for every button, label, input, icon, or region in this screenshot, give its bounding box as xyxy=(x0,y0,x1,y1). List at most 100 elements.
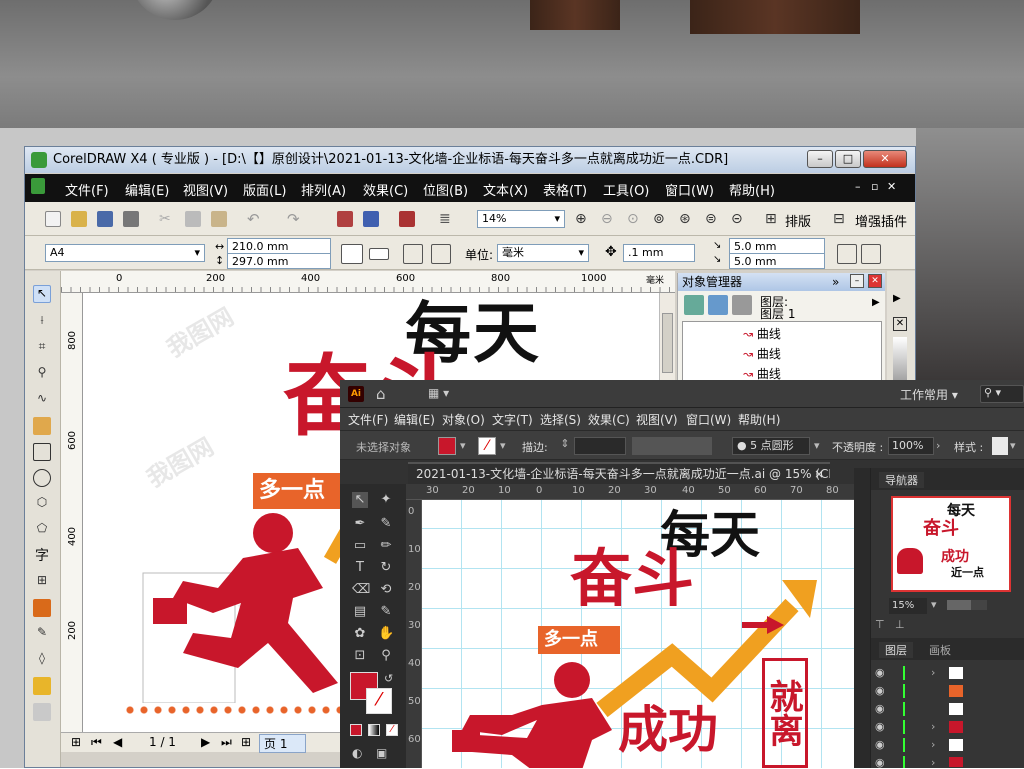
layer-manager-icon[interactable] xyxy=(732,295,752,315)
duplicate-distance-x[interactable]: 5.0 mm xyxy=(729,238,825,254)
page-tab[interactable]: 页 1 xyxy=(259,734,307,753)
document-tab[interactable]: 2021-01-13-文化墙-企业标语-每天奋斗多一点就离成功近一点.ai @ … xyxy=(408,462,830,484)
transform-icon[interactable]: ⊥ xyxy=(895,618,905,631)
no-fill-icon[interactable]: ✕ xyxy=(893,317,907,331)
page-width-field[interactable]: 210.0 mm xyxy=(227,238,331,254)
screen-mode-icon[interactable]: ▣ xyxy=(376,746,387,760)
eye-icon[interactable]: ◉ xyxy=(875,702,885,715)
type-tool[interactable]: T xyxy=(352,560,368,576)
ai-menu-select[interactable]: 选择(S) xyxy=(540,411,581,428)
landscape-button[interactable] xyxy=(369,248,389,260)
graphic-style-swatch[interactable] xyxy=(992,437,1008,455)
curvature-tool[interactable]: ✎ xyxy=(378,516,394,532)
close-tab-icon[interactable]: × xyxy=(814,464,824,484)
layer-row[interactable]: ◉ › xyxy=(875,666,1021,680)
maximize-button[interactable]: □ xyxy=(835,150,861,168)
application-launcher-icon[interactable] xyxy=(399,211,415,227)
illustrator-artboard[interactable]: 每天 奋斗 多一点 成功 就离 xyxy=(422,500,854,768)
rotate-tool[interactable]: ↻ xyxy=(378,560,394,576)
chevron-down-icon[interactable]: ▾ xyxy=(460,439,466,452)
chevron-right-icon[interactable]: › xyxy=(931,756,935,769)
artboards-tab[interactable]: 画板 xyxy=(929,642,951,658)
search-icon[interactable]: ⚲ ▾ xyxy=(980,385,1024,403)
plugin-icon[interactable]: ⊟ xyxy=(833,211,849,227)
ai-menu-effect[interactable]: 效果(C) xyxy=(588,411,630,428)
layer-row[interactable]: ◉ xyxy=(875,702,1021,716)
pick-tool[interactable]: ↖ xyxy=(33,285,51,303)
chevron-down-icon[interactable]: ▾ xyxy=(500,439,506,452)
rectangle-tool-ai[interactable]: ▭ xyxy=(352,538,368,554)
menu-text[interactable]: 文本(X) xyxy=(483,180,528,199)
menu-effects[interactable]: 效果(C) xyxy=(363,180,408,199)
eraser-tool[interactable]: ⌫ xyxy=(352,582,370,598)
ai-menu-window[interactable]: 窗口(W) xyxy=(686,411,731,428)
zoom-tool[interactable]: ⚲ xyxy=(33,365,51,383)
close-button[interactable]: ✕ xyxy=(863,150,907,168)
menu-layout[interactable]: 版面(L) xyxy=(243,180,286,199)
eye-icon[interactable]: ◉ xyxy=(875,666,885,679)
save-icon[interactable] xyxy=(97,211,113,227)
unit-select[interactable]: 毫米 ▾ xyxy=(497,244,589,262)
export-icon[interactable] xyxy=(363,211,379,227)
navigator-zoom-slider[interactable] xyxy=(947,600,987,610)
crop-tool[interactable]: ⌗ xyxy=(33,339,51,357)
polygon-tool[interactable]: ⬡ xyxy=(33,495,51,513)
minimize-button[interactable]: – xyxy=(807,150,833,168)
eye-icon[interactable]: ◉ xyxy=(875,684,885,697)
stroke-swatch[interactable]: ⁄ xyxy=(478,437,496,455)
last-page-icon[interactable]: ⏭ xyxy=(221,735,232,750)
warp-tool[interactable]: ⟲ xyxy=(378,582,394,598)
ai-menu-view[interactable]: 视图(V) xyxy=(636,411,678,428)
add-page-after-icon[interactable]: ⊞ xyxy=(241,735,251,749)
chevron-down-icon[interactable]: ▾ xyxy=(931,598,937,611)
ai-menu-help[interactable]: 帮助(H) xyxy=(738,411,780,428)
paste-icon[interactable] xyxy=(211,211,227,227)
freehand-tool[interactable]: ∿ xyxy=(33,391,51,409)
ai-menu-type[interactable]: 文字(T) xyxy=(492,411,533,428)
snap-icon[interactable] xyxy=(861,244,881,264)
stroke-stepper[interactable]: ⇕ xyxy=(558,437,572,455)
add-page-before-icon[interactable]: ⊞ xyxy=(71,735,81,749)
smart-fill-tool[interactable] xyxy=(33,417,51,435)
brush-definition[interactable]: ● 5 点圆形 xyxy=(732,437,810,455)
edit-across-layers-icon[interactable] xyxy=(708,295,728,315)
pen-tool[interactable]: ✒ xyxy=(352,516,368,532)
layer-row[interactable]: ◉ › xyxy=(875,756,1021,769)
menu-bitmaps[interactable]: 位图(B) xyxy=(423,180,468,199)
interactive-fill-tool[interactable] xyxy=(33,703,51,721)
menu-edit[interactable]: 编辑(E) xyxy=(125,180,169,199)
zoom-page-icon[interactable]: ⊛ xyxy=(679,211,695,227)
zoom-width-icon[interactable]: ⊜ xyxy=(705,211,721,227)
list-item[interactable]: ↝ 曲线 xyxy=(743,325,781,342)
shape-tool[interactable]: ⟊ xyxy=(33,313,51,331)
chevron-right-icon[interactable]: › xyxy=(931,720,935,733)
home-icon[interactable]: ⌂ xyxy=(376,385,386,403)
zoom-height-icon[interactable]: ⊝ xyxy=(731,211,747,227)
text-tool[interactable]: 字 xyxy=(33,545,51,564)
list-item[interactable]: ↝ 曲线 xyxy=(743,345,781,362)
current-page-icon[interactable] xyxy=(431,244,451,264)
gradient-mode-icon[interactable] xyxy=(368,724,380,736)
menu-table[interactable]: 表格(T) xyxy=(543,180,587,199)
print-icon[interactable] xyxy=(123,211,139,227)
fill-swatch[interactable] xyxy=(438,437,456,455)
zoom-in-icon[interactable]: ⊕ xyxy=(575,211,591,227)
eyedropper-tool-ai[interactable]: ✎ xyxy=(378,604,394,620)
none-mode-icon[interactable]: ⁄ xyxy=(386,724,398,736)
docker-expand-icon[interactable]: » xyxy=(832,273,839,291)
docker-minimize-button[interactable]: – xyxy=(850,274,864,288)
all-pages-icon[interactable] xyxy=(403,244,423,264)
selection-tool[interactable]: ↖ xyxy=(352,492,368,508)
eye-icon[interactable]: ◉ xyxy=(875,720,885,733)
color-mode-icon[interactable] xyxy=(350,724,362,736)
show-properties-icon[interactable] xyxy=(684,295,704,315)
stroke-color-swatch[interactable]: ⁄ xyxy=(366,688,392,714)
navigator-zoom-field[interactable]: 15% xyxy=(889,598,927,614)
doc-close-button[interactable]: ✕ xyxy=(887,180,896,193)
menu-arrange[interactable]: 排列(A) xyxy=(301,180,346,199)
chevron-down-icon[interactable]: ▾ xyxy=(814,439,820,452)
first-page-icon[interactable]: ⏮ xyxy=(91,735,102,750)
page-size-select[interactable]: A4 ▾ xyxy=(45,244,205,262)
arrange-documents-icon[interactable]: ▦ ▾ xyxy=(428,386,449,400)
undo-icon[interactable]: ↶ xyxy=(247,210,263,228)
